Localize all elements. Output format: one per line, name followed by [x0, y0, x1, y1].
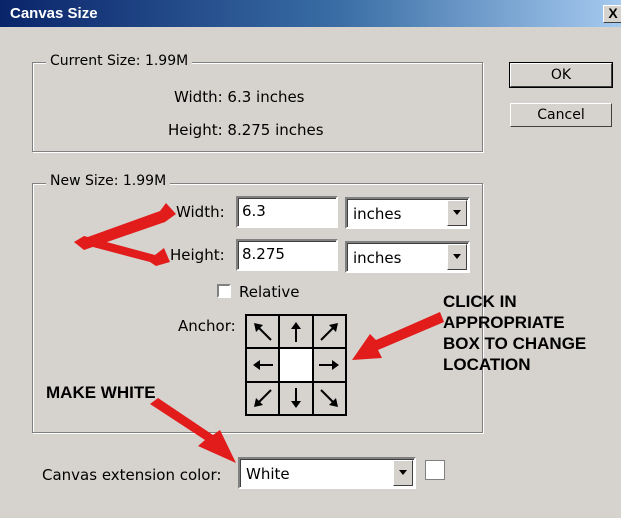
red-arrow-icon — [74, 236, 170, 266]
annotation-arrows — [74, 203, 444, 463]
red-arrow-icon — [150, 398, 236, 463]
canvas-size-dialog: Canvas Size X Current Size: 1.99M Width:… — [0, 0, 621, 518]
red-arrow-icon — [352, 312, 444, 360]
